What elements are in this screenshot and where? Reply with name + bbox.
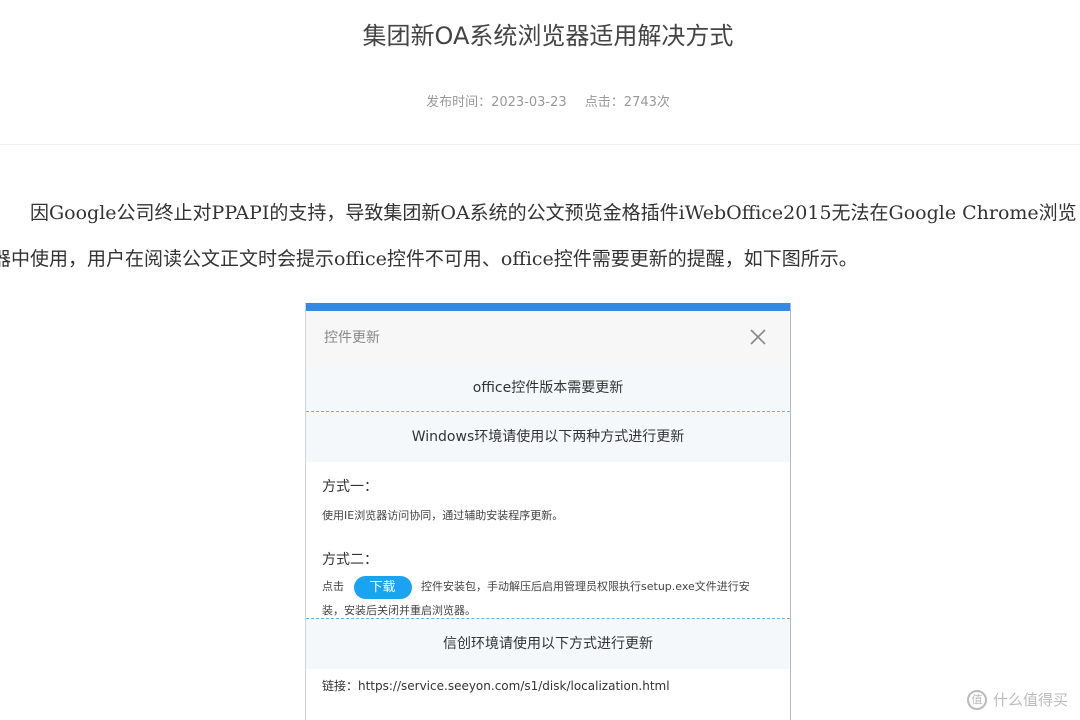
- methods-section: 方式一： 使用IE浏览器访问协同，通过辅助安装程序更新。 方式二： 点击 下载 …: [306, 462, 790, 618]
- method2-text: 点击 下载 控件安装包，手动解压后启用管理员权限执行setup.exe文件进行安…: [322, 575, 774, 623]
- article-paragraph: 因Google公司终止对PPAPI的支持，导致集团新OA系统的公文预览金格插件i…: [0, 190, 1080, 282]
- dialog-title: 控件更新: [324, 330, 380, 346]
- paragraph-line-1: 因Google公司终止对PPAPI的支持，导致集团新OA系统的公文预览金格插件i…: [30, 202, 1077, 224]
- windows-heading: Windows环境请使用以下两种方式进行更新: [306, 412, 790, 462]
- update-notice: office控件版本需要更新: [306, 365, 790, 411]
- site-watermark: 值 什么值得买: [966, 689, 1068, 710]
- close-icon[interactable]: [748, 327, 768, 347]
- article-page: 集团新OA系统浏览器适用解决方式 发布时间：2023-03-23 点击：2743…: [0, 0, 1080, 720]
- xinchuang-heading: 信创环境请使用以下方式进行更新: [306, 619, 790, 669]
- paragraph-line-2: 器中使用，用户在阅读公文正文时会提示office控件不可用、office控件需要…: [0, 248, 858, 270]
- dialog-top-bar: [306, 303, 790, 311]
- localization-link[interactable]: 链接：https://service.seeyon.com/s1/disk/lo…: [306, 669, 790, 702]
- article-title: 集团新OA系统浏览器适用解决方式: [362, 22, 734, 50]
- control-update-dialog-image: 控件更新 office控件版本需要更新 Windows环境请使用以下两种方式进行…: [305, 303, 791, 720]
- method2-heading: 方式二：: [322, 552, 378, 568]
- method1-heading: 方式一：: [322, 479, 378, 495]
- download-button[interactable]: 下载: [353, 575, 412, 599]
- method2-suffix-line2: 装，安装后关闭并重启浏览器。: [322, 604, 476, 617]
- method2-prefix: 点击: [322, 580, 344, 593]
- header-divider: [0, 144, 1080, 145]
- dialog-header: 控件更新: [306, 311, 790, 365]
- method1-text: 使用IE浏览器访问协同，通过辅助安装程序更新。: [322, 509, 564, 522]
- publish-time: 发布时间：2023-03-23: [426, 95, 567, 110]
- article-meta: 发布时间：2023-03-23 点击：2743次: [0, 91, 1080, 110]
- watermark-logo-icon: 值: [966, 689, 987, 710]
- watermark-text: 什么值得买: [992, 691, 1068, 709]
- method2-suffix: 控件安装包，手动解压后启用管理员权限执行setup.exe文件进行安: [421, 580, 750, 593]
- click-count: 点击：2743次: [584, 95, 670, 110]
